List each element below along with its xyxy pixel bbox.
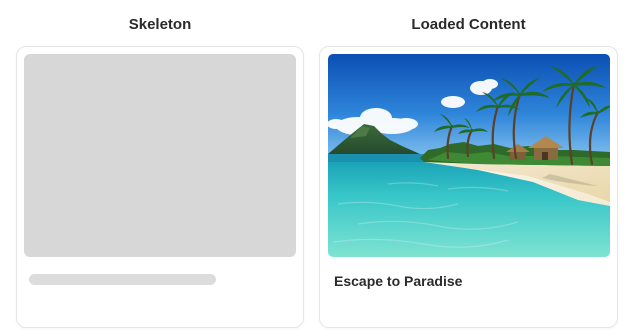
- skeleton-column-title: Skeleton: [128, 16, 192, 33]
- loaded-column-title: Loaded Content: [411, 16, 526, 33]
- skeleton-demo: Skeleton Loaded Content Escape to Paradi…: [0, 0, 630, 336]
- skeleton-title-placeholder: [29, 274, 216, 285]
- card-title[interactable]: Escape to Paradise: [334, 271, 462, 291]
- skeleton-image-placeholder: [24, 54, 296, 257]
- tropical-beach-illustration: [328, 54, 610, 257]
- loaded-card[interactable]: Escape to Paradise: [319, 46, 618, 328]
- skeleton-card: [16, 46, 304, 328]
- card-image: [328, 54, 610, 257]
